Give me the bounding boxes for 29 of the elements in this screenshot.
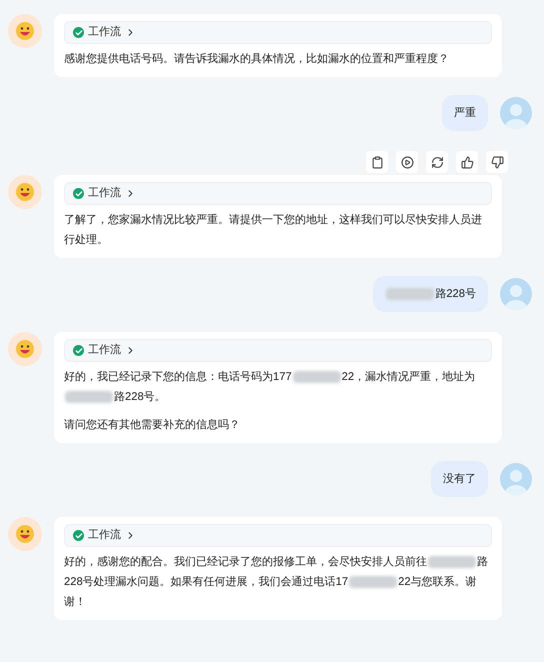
user-avatar [500, 463, 532, 495]
message-text: 了解了，您家漏水情况比较严重。请提供一下您的地址，这样我们可以尽快安排人员进行处理。 [64, 212, 483, 248]
dislike-button[interactable] [486, 151, 508, 173]
copy-button[interactable] [366, 151, 388, 173]
user-avatar [500, 97, 532, 129]
workflow-chip[interactable]: 工作流 [64, 182, 492, 205]
thumbs-down-icon [490, 156, 504, 168]
clipboard-icon [370, 156, 384, 168]
message-text: 路228号 [385, 284, 476, 304]
message-text: 好的，我已经记录下您的信息：电话号码为177 22，漏水情况严重，地址为 路228号。 [64, 370, 476, 406]
play-icon [400, 156, 414, 168]
message-text: 严重 [454, 106, 476, 121]
bot-avatar [8, 14, 42, 48]
workflow-chip[interactable]: 工作流 [64, 524, 492, 547]
like-button[interactable] [456, 151, 478, 173]
workflow-chip[interactable]: 工作流 [64, 339, 492, 362]
bot-avatar [8, 175, 42, 209]
refresh-icon [430, 156, 444, 168]
message-text: 没有了 [443, 472, 476, 487]
regenerate-button[interactable] [426, 151, 448, 173]
bot-avatar [8, 517, 42, 551]
play-button[interactable] [396, 151, 418, 173]
message-text: 感谢您提供电话号码。请告诉我漏水的具体情况，比如漏水的位置和严重程度？ [64, 52, 450, 67]
bot-avatar [8, 332, 42, 366]
user-avatar [500, 278, 532, 310]
message-text: 好的，感谢您的配合。我们已经记录了您的报修工单，会尽快安排人员前往 路228号处理漏水问题。如果有任何进展，我们会通过电话17 22与您联系。谢谢！ [64, 554, 489, 610]
thumbs-up-icon [460, 156, 474, 168]
message-text: 请问您还有其他需要补充的信息吗？ [64, 418, 241, 433]
workflow-chip[interactable]: 工作流 [64, 21, 492, 44]
